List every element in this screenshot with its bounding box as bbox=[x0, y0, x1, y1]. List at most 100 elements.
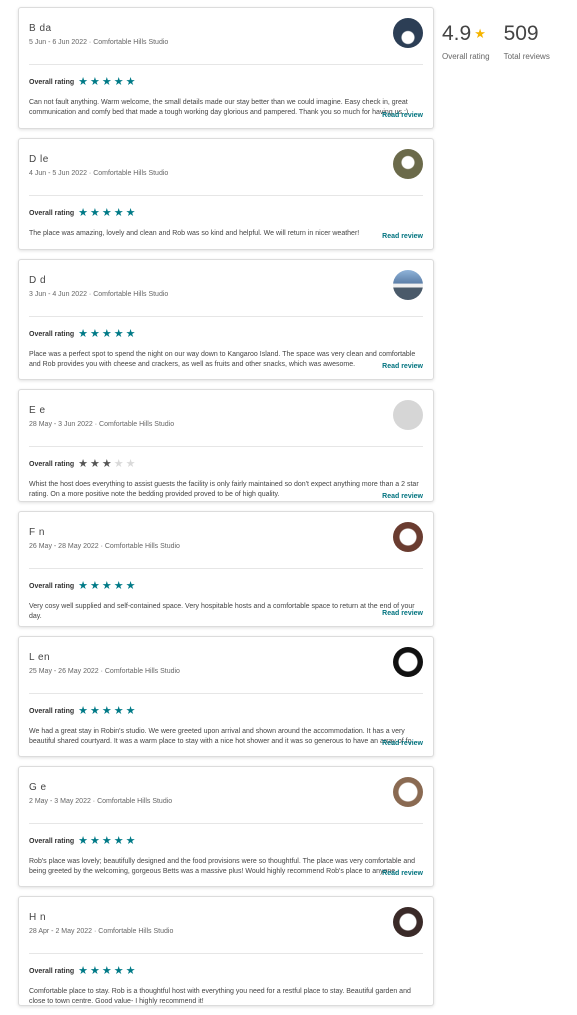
total-reviews-metric: 509 Total reviews bbox=[504, 22, 550, 61]
reviewer-name: F n bbox=[29, 527, 45, 538]
total-reviews-value: 509 bbox=[503, 22, 539, 45]
avatar[interactable] bbox=[393, 270, 423, 300]
overall-rating-label: Overall rating bbox=[442, 52, 490, 61]
reviewer-name: E e bbox=[29, 405, 46, 416]
review-feed: B da 5 Jun - 6 Jun 2022 · Comfortable Hi… bbox=[18, 7, 434, 1015]
reviewer-name: D d bbox=[29, 275, 47, 286]
rating-row: Overall rating ★ ★ ★ ★ ★ bbox=[19, 694, 433, 718]
stay-dates: 3 Jun - 4 Jun 2022 · Comfortable Hills S… bbox=[29, 291, 169, 298]
reviewer-name: G e bbox=[29, 782, 47, 793]
avatar[interactable] bbox=[393, 647, 423, 677]
avatar[interactable] bbox=[393, 149, 423, 179]
star-rating: ★ ★ ★ ★ ★ bbox=[78, 327, 135, 340]
star-rating: ★ ★ ★ ★ ★ bbox=[78, 964, 135, 977]
star-rating: ★ ★ ★ ★ ★ bbox=[78, 457, 136, 470]
rating-label: Overall rating bbox=[29, 460, 75, 468]
star-icon: ★ bbox=[125, 579, 136, 592]
rating-label: Overall rating bbox=[29, 582, 75, 590]
review-text: Can not fault anything. Warm welcome, th… bbox=[29, 99, 409, 116]
read-review-link[interactable]: Read review bbox=[382, 363, 423, 370]
star-icon: ★ bbox=[78, 964, 89, 977]
star-icon: ★ bbox=[113, 964, 124, 977]
review-card: H n 28 Apr - 2 May 2022 · Comfortable Hi… bbox=[18, 896, 434, 1006]
review-card: D le 4 Jun - 5 Jun 2022 · Comfortable Hi… bbox=[18, 138, 434, 250]
review-header: H n 28 Apr - 2 May 2022 · Comfortable Hi… bbox=[19, 897, 433, 953]
review-card: G e 2 May - 3 May 2022 · Comfortable Hil… bbox=[18, 766, 434, 887]
star-icon: ★ bbox=[125, 75, 136, 88]
read-review-link[interactable]: Read review bbox=[382, 870, 423, 877]
star-icon: ★ bbox=[125, 206, 136, 219]
avatar[interactable] bbox=[393, 777, 423, 807]
review-text: We had a great stay in Robin's studio. W… bbox=[29, 728, 418, 745]
stay-dates: 28 May - 3 Jun 2022 · Comfortable Hills … bbox=[29, 421, 175, 428]
star-icon: ★ bbox=[90, 75, 100, 88]
review-header: L en 25 May - 26 May 2022 · Comfortable … bbox=[19, 637, 433, 693]
star-icon: ★ bbox=[78, 327, 89, 340]
star-icon: ★ bbox=[90, 964, 100, 977]
star-icon: ★ bbox=[101, 579, 112, 592]
review-header: D le 4 Jun - 5 Jun 2022 · Comfortable Hi… bbox=[19, 139, 433, 195]
star-icon: ★ bbox=[113, 206, 124, 219]
overall-rating-value: 4.9 bbox=[442, 22, 472, 45]
star-icon: ★ bbox=[101, 206, 112, 219]
rating-row: Overall rating ★ ★ ★ ★ ★ bbox=[19, 65, 433, 89]
read-review-link[interactable]: Read review bbox=[382, 610, 423, 617]
star-icon: ★ bbox=[101, 327, 112, 340]
read-review-link[interactable]: Read review bbox=[382, 112, 423, 119]
summary-row: 4.9 ★ Overall rating 509 Total reviews bbox=[442, 22, 564, 61]
read-review-link[interactable]: Read review bbox=[382, 233, 423, 240]
star-icon: ★ bbox=[90, 206, 100, 219]
stay-dates: 2 May - 3 May 2022 · Comfortable Hills S… bbox=[29, 798, 173, 805]
review-card: L en 25 May - 26 May 2022 · Comfortable … bbox=[18, 636, 434, 757]
read-review-link[interactable]: Read review bbox=[382, 740, 423, 747]
star-icon: ★ bbox=[101, 75, 112, 88]
review-header: E e 28 May - 3 Jun 2022 · Comfortable Hi… bbox=[19, 390, 433, 446]
rating-row: Overall rating ★ ★ ★ ★ ★ bbox=[19, 569, 433, 593]
review-header: G e 2 May - 3 May 2022 · Comfortable Hil… bbox=[19, 767, 433, 823]
review-card: B da 5 Jun - 6 Jun 2022 · Comfortable Hi… bbox=[18, 7, 434, 129]
review-text: Comfortable place to stay. Rob is a thou… bbox=[29, 988, 411, 1005]
review-text: Very cosy well supplied and self-contain… bbox=[29, 603, 415, 620]
star-rating: ★ ★ ★ ★ ★ bbox=[78, 834, 135, 847]
reviewer-name: L en bbox=[29, 652, 51, 663]
reviewer-name: B da bbox=[29, 23, 52, 34]
star-icon: ★ bbox=[90, 457, 100, 470]
avatar[interactable] bbox=[393, 400, 423, 430]
rating-label: Overall rating bbox=[29, 837, 75, 845]
total-reviews-label: Total reviews bbox=[503, 52, 550, 61]
overall-rating-value-row: 4.9 ★ bbox=[442, 22, 490, 46]
review-card: F n 26 May - 28 May 2022 · Comfortable H… bbox=[18, 511, 434, 627]
read-review-link[interactable]: Read review bbox=[382, 493, 423, 500]
star-icon: ★ bbox=[113, 579, 124, 592]
star-icon: ★ bbox=[125, 457, 136, 470]
rating-label: Overall rating bbox=[29, 967, 75, 975]
stay-dates: 4 Jun - 5 Jun 2022 · Comfortable Hills S… bbox=[29, 170, 169, 177]
avatar[interactable] bbox=[393, 18, 423, 48]
star-icon: ★ bbox=[113, 75, 124, 88]
rating-row: Overall rating ★ ★ ★ ★ ★ bbox=[19, 317, 433, 341]
star-icon: ★ bbox=[125, 704, 136, 717]
review-card: E e 28 May - 3 Jun 2022 · Comfortable Hi… bbox=[18, 389, 434, 502]
star-icon: ★ bbox=[113, 834, 124, 847]
star-icon: ★ bbox=[78, 75, 89, 88]
avatar[interactable] bbox=[393, 522, 423, 552]
star-icon: ★ bbox=[101, 457, 112, 470]
rating-label: Overall rating bbox=[29, 707, 75, 715]
review-text: Whist the host does everything to assist… bbox=[29, 481, 419, 498]
rating-summary: 4.9 ★ Overall rating 509 Total reviews bbox=[442, 22, 564, 61]
reviewer-name: H n bbox=[29, 912, 47, 923]
rating-row: Overall rating ★ ★ ★ ★ ★ bbox=[19, 824, 433, 848]
star-rating: ★ ★ ★ ★ ★ bbox=[78, 704, 136, 717]
rating-row: Overall rating ★ ★ ★ ★ ★ bbox=[19, 447, 433, 471]
star-rating: ★ ★ ★ ★ ★ bbox=[78, 579, 136, 592]
stay-dates: 26 May - 28 May 2022 · Comfortable Hills… bbox=[29, 543, 180, 550]
review-header: D d 3 Jun - 4 Jun 2022 · Comfortable Hil… bbox=[19, 260, 433, 316]
review-text: The place was amazing, lovely and clean … bbox=[29, 230, 360, 237]
star-icon: ★ bbox=[78, 579, 89, 592]
star-icon: ★ bbox=[90, 579, 100, 592]
avatar[interactable] bbox=[393, 907, 423, 937]
star-icon: ★ bbox=[101, 704, 112, 717]
rating-row: Overall rating ★ ★ ★ ★ ★ bbox=[19, 196, 433, 220]
star-icon: ★ bbox=[101, 964, 112, 977]
reviewer-name: D le bbox=[29, 154, 49, 165]
